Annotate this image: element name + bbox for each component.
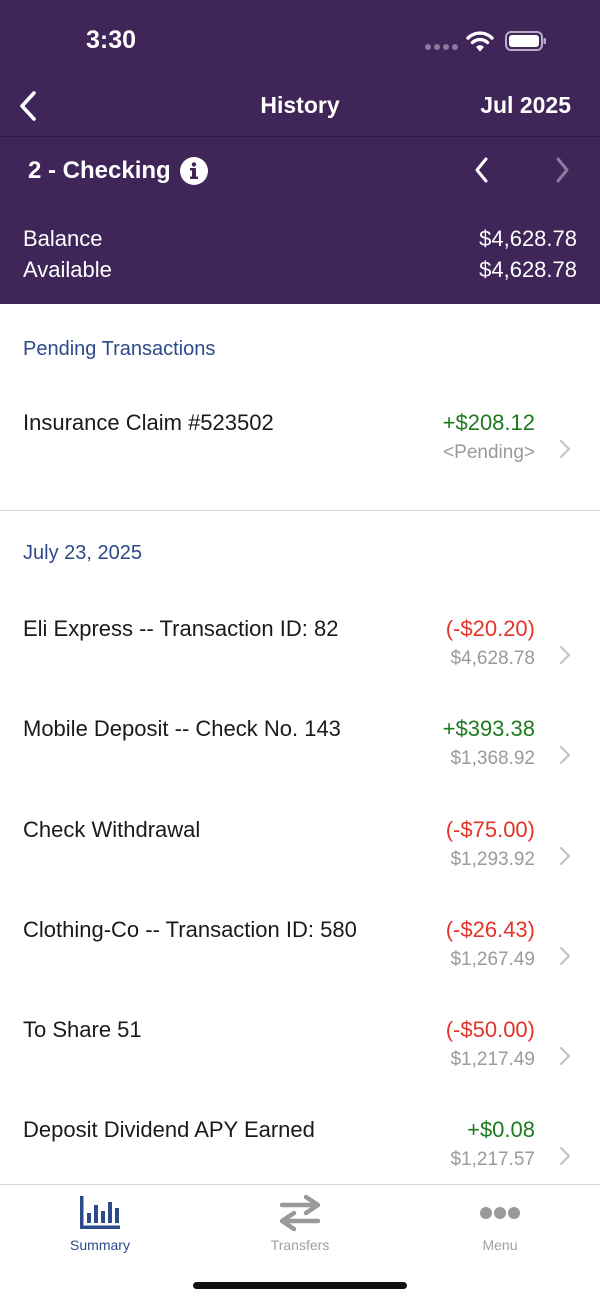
chevron-right-icon (559, 1046, 571, 1066)
pending-transaction-row[interactable]: Insurance Claim #523502 +$208.12 <Pendin… (0, 410, 600, 500)
cellular-signal-icon (425, 44, 458, 50)
chevron-right-icon (559, 1146, 571, 1166)
available-label: Available (23, 257, 112, 282)
transaction-amount: +$393.38 (442, 716, 535, 741)
transaction-description: Insurance Claim #523502 (23, 410, 274, 435)
balance-label: Balance (23, 226, 103, 251)
tab-menu[interactable]: Menu (420, 1193, 580, 1253)
tab-label: Transfers (270, 1237, 330, 1253)
tab-transfers[interactable]: Transfers (220, 1193, 380, 1253)
tab-label: Menu (482, 1237, 518, 1253)
available-row: Available $4,628.78 (23, 257, 577, 283)
pending-status: <Pending> (443, 442, 535, 463)
running-balance: $1,368.92 (450, 748, 535, 769)
account-selector[interactable]: 2 - Checking (28, 156, 209, 186)
next-account-chevron-icon[interactable] (550, 154, 574, 186)
home-indicator[interactable] (193, 1282, 407, 1289)
previous-account-chevron-icon[interactable] (470, 154, 494, 186)
transaction-amount: +$208.12 (442, 410, 535, 435)
chevron-right-icon (559, 439, 571, 459)
transaction-row[interactable]: Deposit Dividend APY Earned +$0.08 $1,21… (0, 1117, 600, 1184)
running-balance: $1,293.92 (450, 849, 535, 870)
info-icon[interactable] (179, 156, 209, 186)
header: 3:30 History Jul 2025 2 - Checking Balan… (0, 0, 600, 304)
running-balance: $1,217.49 (450, 1049, 535, 1070)
transaction-list[interactable]: Pending Transactions Insurance Claim #52… (0, 304, 600, 1184)
transaction-row[interactable]: Check Withdrawal (-$75.00) $1,293.92 (0, 817, 600, 907)
available-value: $4,628.78 (479, 257, 577, 282)
transaction-description: Eli Express -- Transaction ID: 82 (23, 616, 339, 641)
transaction-row[interactable]: Mobile Deposit -- Check No. 143 +$393.38… (0, 716, 600, 806)
running-balance: $4,628.78 (450, 648, 535, 669)
transaction-amount: (-$20.20) (445, 616, 535, 641)
chevron-right-icon (559, 745, 571, 765)
chevron-right-icon (559, 846, 571, 866)
section-divider (0, 510, 600, 511)
transaction-amount: (-$75.00) (445, 817, 535, 842)
balance-value: $4,628.78 (479, 226, 577, 251)
more-dots-icon (480, 1207, 520, 1219)
account-name: 2 - Checking (28, 157, 171, 184)
transaction-amount: (-$50.00) (445, 1017, 535, 1042)
transaction-row[interactable]: To Share 51 (-$50.00) $1,217.49 (0, 1017, 600, 1107)
running-balance: $1,217.57 (450, 1149, 535, 1170)
tab-bar: Summary Transfers Menu (0, 1184, 600, 1300)
month-selector[interactable]: Jul 2025 (480, 92, 571, 119)
transaction-description: Clothing-Co -- Transaction ID: 580 (23, 917, 357, 942)
transaction-row[interactable]: Eli Express -- Transaction ID: 82 (-$20.… (0, 616, 600, 706)
balance-row: Balance $4,628.78 (23, 226, 577, 252)
running-balance: $1,267.49 (450, 949, 535, 970)
battery-icon (505, 31, 546, 51)
transaction-description: To Share 51 (23, 1017, 142, 1042)
transaction-description: Check Withdrawal (23, 817, 201, 842)
transfer-arrows-icon (279, 1194, 321, 1232)
wifi-icon (466, 31, 494, 52)
transaction-description: Deposit Dividend APY Earned (23, 1117, 315, 1142)
chevron-right-icon (559, 645, 571, 665)
pending-section-header: Pending Transactions (23, 338, 216, 360)
header-divider (0, 136, 600, 137)
tab-summary[interactable]: Summary (20, 1193, 180, 1253)
transaction-amount: (-$26.43) (445, 917, 535, 942)
status-time: 3:30 (86, 26, 137, 54)
bar-chart-icon (80, 1196, 120, 1229)
date-section-header: July 23, 2025 (23, 542, 142, 564)
transaction-amount: +$0.08 (467, 1117, 535, 1142)
transaction-description: Mobile Deposit -- Check No. 143 (23, 716, 341, 741)
chevron-right-icon (559, 946, 571, 966)
tab-label: Summary (70, 1237, 130, 1253)
transaction-row[interactable]: Clothing-Co -- Transaction ID: 580 (-$26… (0, 917, 600, 1007)
